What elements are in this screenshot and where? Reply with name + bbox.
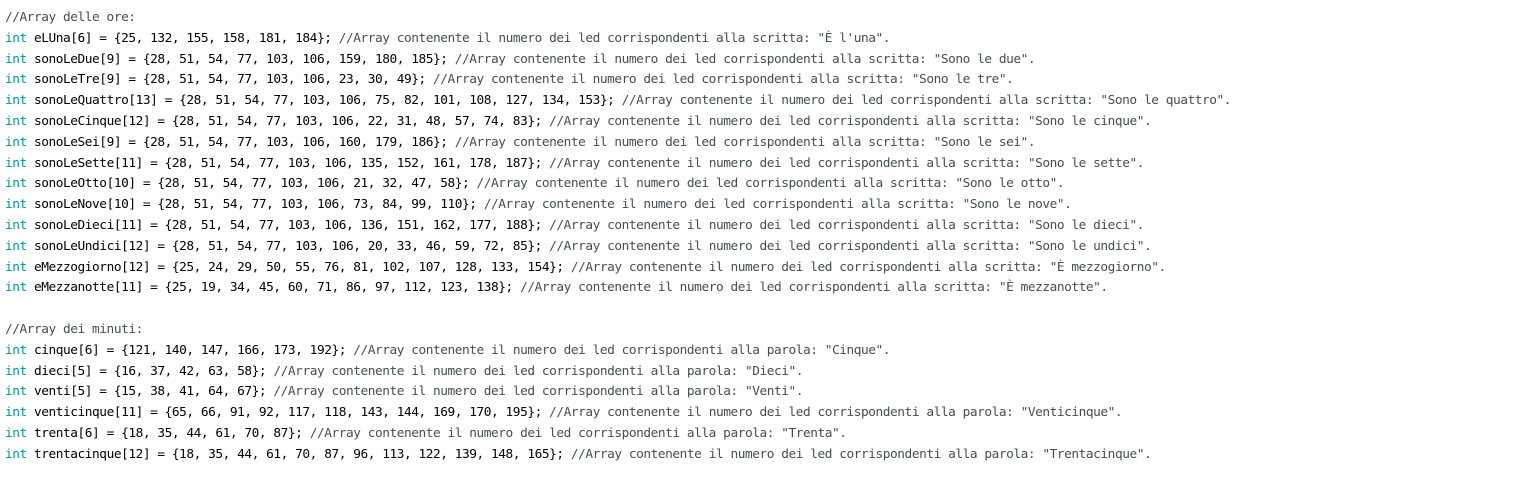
code-line[interactable]: int sonoLeUndici[12] = {28, 51, 54, 77, … bbox=[5, 237, 1231, 258]
code-comment: //Array contenente il numero dei led cor… bbox=[549, 405, 1123, 421]
code-line[interactable]: int sonoLeQuattro[13] = {28, 51, 54, 77,… bbox=[5, 91, 1231, 112]
code-keyword: int bbox=[5, 384, 27, 400]
code-keyword: int bbox=[5, 197, 27, 213]
code-keyword: int bbox=[5, 155, 27, 171]
code-statement: eMezzogiorno[12] = {25, 24, 29, 50, 55, … bbox=[26, 259, 571, 275]
code-line[interactable]: int sonoLeTre[9] = {28, 51, 54, 77, 103,… bbox=[5, 70, 1231, 91]
code-statement: sonoLeCinque[12] = {28, 51, 54, 77, 103,… bbox=[26, 113, 550, 129]
code-comment: //Array contenente il numero dei led cor… bbox=[549, 113, 1152, 129]
code-statement: sonoLeNove[10] = {28, 51, 54, 77, 103, 1… bbox=[26, 197, 484, 213]
code-comment: //Array contenente il numero dei led cor… bbox=[454, 51, 1036, 67]
code-statement: cinque[6] = {121, 140, 147, 166, 173, 19… bbox=[26, 342, 354, 358]
code-statement: eLUna[6] = {25, 132, 155, 158, 181, 184}… bbox=[26, 30, 339, 46]
code-comment: //Array contenente il numero dei led cor… bbox=[570, 446, 1152, 462]
code-line[interactable]: int sonoLeOtto[10] = {28, 51, 54, 77, 10… bbox=[5, 174, 1231, 195]
code-statement: trenta[6] = {18, 35, 44, 61, 70, 87}; bbox=[26, 425, 310, 441]
code-statement: sonoLeOtto[10] = {28, 51, 54, 77, 103, 1… bbox=[26, 176, 477, 192]
code-area[interactable]: //Array delle ore: int eLUna[6] = {25, 13… bbox=[5, 8, 1231, 466]
code-statement: sonoLeQuattro[13] = {28, 51, 54, 77, 103… bbox=[26, 93, 622, 109]
code-keyword: int bbox=[5, 176, 27, 192]
code-line[interactable] bbox=[5, 299, 1231, 320]
code-statement: sonoLeDieci[11] = {28, 51, 54, 77, 103, … bbox=[26, 217, 550, 233]
code-line[interactable]: int venti[5] = {15, 38, 41, 64, 67}; //A… bbox=[5, 382, 1231, 403]
code-statement: sonoLeSei[9] = {28, 51, 54, 77, 103, 106… bbox=[26, 134, 455, 150]
code-keyword: int bbox=[5, 446, 27, 462]
code-keyword: int bbox=[5, 113, 27, 129]
code-keyword: int bbox=[5, 342, 27, 358]
code-statement: venti[5] = {15, 38, 41, 64, 67}; bbox=[26, 384, 274, 400]
code-keyword: int bbox=[5, 238, 27, 254]
code-line[interactable]: int eLUna[6] = {25, 132, 155, 158, 181, … bbox=[5, 29, 1231, 50]
code-keyword: int bbox=[5, 30, 27, 46]
code-comment: //Array contenente il numero dei led cor… bbox=[476, 176, 1065, 192]
code-line[interactable]: int sonoLeSette[11] = {28, 51, 54, 77, 1… bbox=[5, 154, 1231, 175]
code-line[interactable]: int venticinque[11] = {65, 66, 91, 92, 1… bbox=[5, 403, 1231, 424]
code-keyword: int bbox=[5, 93, 27, 109]
code-line[interactable]: int sonoLeDue[9] = {28, 51, 54, 77, 103,… bbox=[5, 50, 1231, 71]
code-comment: //Array contenente il numero dei led cor… bbox=[549, 238, 1152, 254]
code-comment: //Array contenente il numero dei led cor… bbox=[273, 384, 803, 400]
code-comment: //Array contenente il numero dei led cor… bbox=[433, 72, 1014, 88]
code-statement: venticinque[11] = {65, 66, 91, 92, 117, … bbox=[26, 405, 550, 421]
code-comment: //Array contenente il numero dei led cor… bbox=[454, 134, 1036, 150]
code-comment: //Array contenente il numero dei led cor… bbox=[338, 30, 891, 46]
code-line[interactable]: int sonoLeSei[9] = {28, 51, 54, 77, 103,… bbox=[5, 133, 1231, 154]
code-keyword: int bbox=[5, 134, 27, 150]
code-comment: //Array contenente il numero dei led cor… bbox=[353, 342, 891, 358]
code-statement: sonoLeUndici[12] = {28, 51, 54, 77, 103,… bbox=[26, 238, 550, 254]
code-line[interactable]: int eMezzogiorno[12] = {25, 24, 29, 50, … bbox=[5, 258, 1231, 279]
code-statement: sonoLeDue[9] = {28, 51, 54, 77, 103, 106… bbox=[26, 51, 455, 67]
code-statement: eMezzanotte[11] = {25, 19, 34, 45, 60, 7… bbox=[26, 280, 521, 296]
code-keyword: int bbox=[5, 217, 27, 233]
code-editor[interactable]: //Array delle ore: int eLUna[6] = {25, 13… bbox=[0, 0, 1530, 479]
code-comment: //Array contenente il numero dei led cor… bbox=[570, 259, 1166, 275]
code-line[interactable]: int sonoLeNove[10] = {28, 51, 54, 77, 10… bbox=[5, 195, 1231, 216]
code-keyword: int bbox=[5, 363, 27, 379]
code-statement: sonoLeTre[9] = {28, 51, 54, 77, 103, 106… bbox=[26, 72, 434, 88]
code-line[interactable]: int dieci[5] = {16, 37, 42, 63, 58}; //A… bbox=[5, 362, 1231, 383]
code-comment: //Array contenente il numero dei led cor… bbox=[483, 197, 1072, 213]
code-line[interactable]: int trenta[6] = {18, 35, 44, 61, 70, 87}… bbox=[5, 424, 1231, 445]
code-line[interactable]: int eMezzanotte[11] = {25, 19, 34, 45, 6… bbox=[5, 278, 1231, 299]
code-line[interactable]: int trentacinque[12] = {18, 35, 44, 61, … bbox=[5, 445, 1231, 466]
code-keyword: int bbox=[5, 280, 27, 296]
code-statement: trentacinque[12] = {18, 35, 44, 61, 70, … bbox=[26, 446, 571, 462]
code-keyword: int bbox=[5, 259, 27, 275]
code-keyword: int bbox=[5, 51, 27, 67]
code-comment: //Array contenente il numero dei led cor… bbox=[549, 217, 1144, 233]
code-comment: //Array dei minuti: bbox=[5, 321, 143, 337]
code-line[interactable]: //Array delle ore: bbox=[5, 8, 1231, 29]
code-statement: sonoLeSette[11] = {28, 51, 54, 77, 103, … bbox=[26, 155, 550, 171]
code-keyword: int bbox=[5, 425, 27, 441]
code-keyword: int bbox=[5, 72, 27, 88]
code-comment: //Array delle ore: bbox=[5, 10, 136, 25]
code-comment: //Array contenente il numero dei led cor… bbox=[549, 155, 1144, 171]
code-comment: //Array contenente il numero dei led cor… bbox=[309, 425, 847, 441]
code-line[interactable]: int cinque[6] = {121, 140, 147, 166, 173… bbox=[5, 341, 1231, 362]
code-keyword: int bbox=[5, 405, 27, 421]
code-statement: dieci[5] = {16, 37, 42, 63, 58}; bbox=[26, 363, 274, 379]
code-comment: //Array contenente il numero dei led cor… bbox=[621, 93, 1232, 109]
code-line[interactable]: int sonoLeDieci[11] = {28, 51, 54, 77, 1… bbox=[5, 216, 1231, 237]
code-comment: //Array contenente il numero dei led cor… bbox=[273, 363, 803, 379]
code-comment: //Array contenente il numero dei led cor… bbox=[520, 280, 1108, 296]
code-line[interactable]: int sonoLeCinque[12] = {28, 51, 54, 77, … bbox=[5, 112, 1231, 133]
code-line[interactable]: //Array dei minuti: bbox=[5, 320, 1231, 341]
